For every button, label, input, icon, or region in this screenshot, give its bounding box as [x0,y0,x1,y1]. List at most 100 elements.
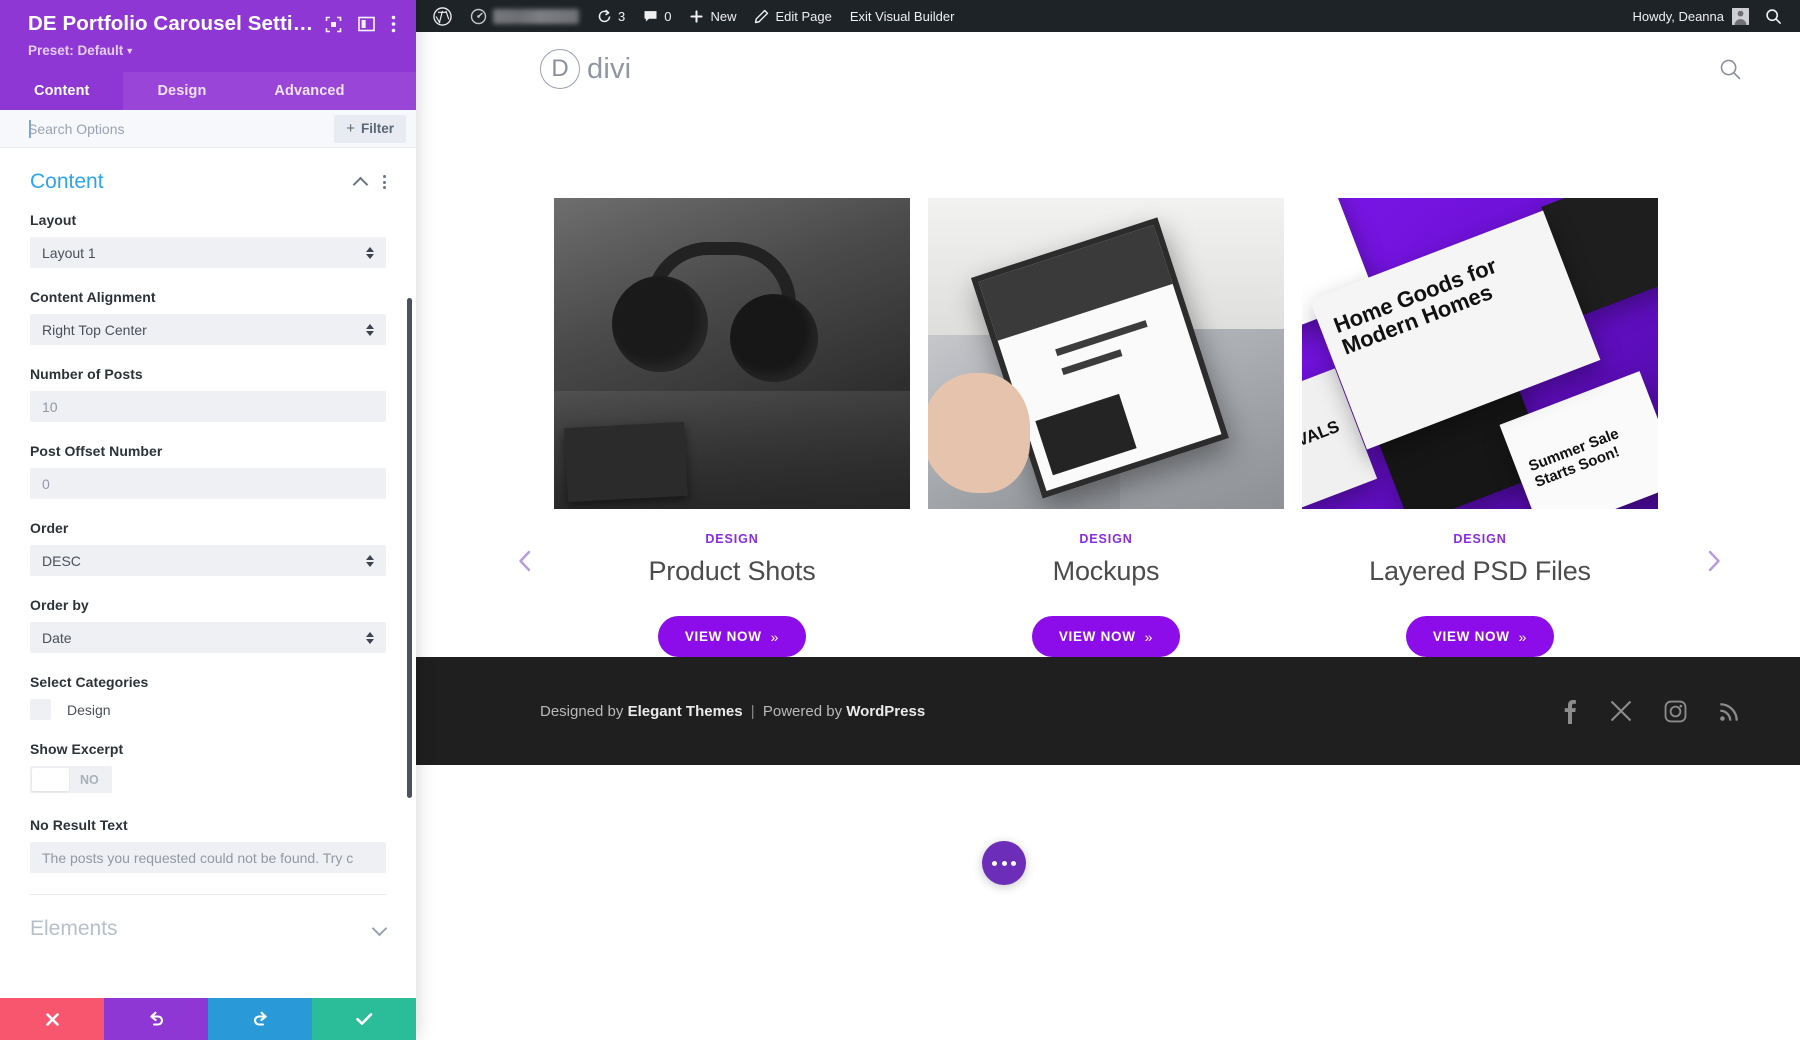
panel-layout-icon[interactable] [358,16,375,32]
settings-scrollbar[interactable] [407,298,412,798]
content-alignment-select[interactable]: Right Top Center [30,314,386,345]
preset-selector[interactable]: Preset: Default ▼ [28,43,396,58]
cancel-button[interactable] [0,998,104,1040]
order-select[interactable]: DESC [30,545,386,576]
wordpress-admin-bar: 3 0 New Edit Page Exit Visual Builder Ho… [416,0,1800,32]
credit-separator: | [750,702,755,720]
comments-count: 0 [664,8,672,24]
category-checkbox-design[interactable] [30,699,51,720]
carousel-cards: DESIGN Product Shots VIEW NOW » DESIGN M… [416,198,1658,657]
section-header-elements[interactable]: Elements [30,895,386,959]
field-order-by: Order by Date [30,597,386,653]
admin-search-icon[interactable] [1757,8,1794,25]
tablet-product-page-photo[interactable] [928,198,1284,509]
no-result-text-input[interactable]: The posts you requested could not be fou… [30,842,386,873]
card-category[interactable]: DESIGN [928,532,1284,546]
page-title: DE Portfolio Carousel Setti… [28,12,314,35]
text-cursor [29,120,31,138]
section-title: Content [30,170,104,193]
post-offset-input[interactable]: 0 [30,468,386,499]
more-options-button[interactable] [982,841,1026,885]
facebook-icon[interactable] [1561,698,1578,724]
undo-button[interactable] [104,998,208,1040]
site-footer: Designed by Elegant Themes | Powered by … [416,657,1800,765]
section-more-icon[interactable] [383,175,386,189]
order-by-select[interactable]: Date [30,622,386,653]
x-twitter-icon[interactable] [1610,700,1632,722]
filter-button[interactable]: + Filter [334,114,406,143]
field-label: Select Categories [30,674,149,690]
save-button[interactable] [312,998,416,1040]
powered-by-label: Powered by [762,702,843,720]
focus-icon[interactable] [325,16,342,33]
search-options-bar: + Filter [0,110,416,148]
chevron-down-icon[interactable] [373,925,386,933]
elegant-themes-link[interactable]: Elegant Themes [628,703,743,720]
portfolio-carousel: DESIGN Product Shots VIEW NOW » DESIGN M… [416,106,1800,657]
tab-design[interactable]: Design [123,72,240,110]
field-post-offset-number: Post Offset Number 0 [30,443,386,499]
view-now-button[interactable]: VIEW NOW » [1405,616,1555,657]
card-title[interactable]: Layered PSD Files [1302,556,1658,587]
divi-logo-mark: D [540,49,580,89]
howdy-label: Howdy, Deanna [1632,8,1724,24]
howdy-user-menu[interactable]: Howdy, Deanna [1624,7,1757,25]
view-now-label: VIEW NOW [1432,629,1510,644]
field-label: Layout [30,212,77,228]
search-input[interactable] [0,110,335,147]
toggle-knob [32,768,69,791]
comments-link[interactable]: 0 [634,0,680,32]
edit-page-link[interactable]: Edit Page [745,0,840,32]
select-spinner-icon [366,246,374,259]
card-category[interactable]: DESIGN [554,532,910,546]
wordpress-link[interactable]: WordPress [846,703,925,720]
card-category[interactable]: DESIGN [1302,532,1658,546]
headphones-photo[interactable] [554,198,910,509]
field-label: Order [30,520,69,536]
more-vertical-icon[interactable] [391,15,396,33]
divi-logo[interactable]: D divi [540,49,631,89]
purple-layout-collage-photo[interactable]: Home Goods for Modern Homes VALS Summer … [1302,198,1658,509]
dashboard-site-link[interactable] [461,0,588,32]
view-now-label: VIEW NOW [1058,629,1136,644]
view-now-button[interactable]: VIEW NOW » [657,616,807,657]
field-layout: Layout Layout 1 [30,212,386,268]
site-name-redacted [493,8,579,24]
avatar [1732,7,1749,25]
rss-icon[interactable] [1719,701,1740,722]
card-title[interactable]: Mockups [928,556,1284,587]
order-select-value: DESC [42,552,81,569]
portfolio-card[interactable]: DESIGN Mockups VIEW NOW » [928,198,1284,657]
builder-canvas-bottom [416,765,1800,1040]
section-title-elements: Elements [30,917,118,940]
tab-content[interactable]: Content [0,72,124,110]
chevron-right-icon [1708,550,1720,572]
number-of-posts-input[interactable]: 10 [30,391,386,422]
view-now-button[interactable]: VIEW NOW » [1031,616,1181,657]
show-excerpt-toggle[interactable]: NO [30,766,112,793]
instagram-icon[interactable] [1664,700,1687,723]
redo-button[interactable] [208,998,312,1040]
content-alignment-value: Right Top Center [42,321,147,338]
field-label: Number of Posts [30,366,143,382]
post-offset-value: 0 [42,475,50,492]
portfolio-card[interactable]: Home Goods for Modern Homes VALS Summer … [1302,198,1658,657]
double-chevron-icon: » [770,628,780,645]
updates-link[interactable]: 3 [588,0,634,32]
footer-social-links [1561,698,1740,724]
card-title[interactable]: Product Shots [554,556,910,587]
settings-tabs: Content Design Advanced [0,72,416,110]
comment-icon [644,10,657,21]
chevron-up-icon[interactable] [354,178,367,186]
carousel-next-button[interactable] [1703,548,1725,574]
layout-select[interactable]: Layout 1 [30,237,386,268]
tab-advanced[interactable]: Advanced [240,72,378,110]
new-content-link[interactable]: New [680,0,745,32]
exit-visual-builder-link[interactable]: Exit Visual Builder [841,0,964,32]
layout-select-value: Layout 1 [42,244,96,261]
portfolio-card[interactable]: DESIGN Product Shots VIEW NOW » [554,198,910,657]
wordpress-logo-icon[interactable] [424,0,461,32]
carousel-prev-button[interactable] [514,548,536,574]
header-search-icon[interactable] [1719,58,1742,81]
plus-icon [690,9,704,23]
